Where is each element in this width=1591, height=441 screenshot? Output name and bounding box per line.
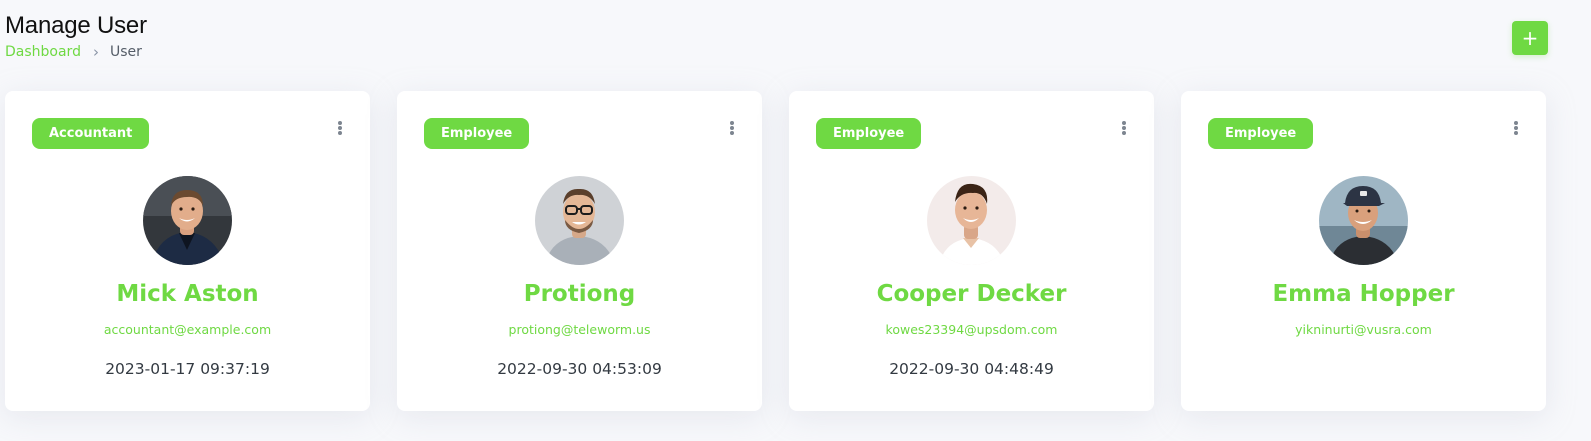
role-badge: Employee [1208,118,1314,149]
user-email[interactable]: protiong@teleworm.us [397,322,762,337]
user-card: Accountant Mick Aston accountant@example… [5,91,370,411]
role-badge: Employee [816,118,922,149]
more-vertical-icon[interactable] [724,119,740,137]
user-date: 2023-01-17 09:37:19 [105,360,270,378]
role-badge: Employee [424,118,530,149]
user-date: 2022-09-30 04:48:49 [889,360,1054,378]
user-card: Employee Protiong protiong@teleworm.us 2… [397,91,762,411]
user-name: Cooper Decker [876,281,1067,307]
breadcrumb-separator-icon: › [92,43,99,61]
more-vertical-icon[interactable] [1116,119,1132,137]
breadcrumb-current: User [109,44,142,60]
add-user-button[interactable]: + [1512,21,1548,55]
user-card-list: Accountant Mick Aston accountant@example… [5,91,1546,411]
avatar [1319,176,1408,265]
role-badge: Accountant [32,118,150,149]
user-email[interactable]: kowes23394@upsdom.com [789,322,1154,337]
more-vertical-icon[interactable] [332,119,348,137]
avatar [143,176,232,265]
breadcrumb-dashboard-link[interactable]: Dashboard [5,44,81,60]
avatar [535,176,624,265]
page-title: Manage User [5,12,147,39]
user-email[interactable]: accountant@example.com [5,322,370,337]
more-vertical-icon[interactable] [1508,119,1524,137]
user-card: Employee Emma Hopper yikninurti@vusra.co… [1181,91,1546,411]
page-header: Manage User Dashboard › User + [0,0,1591,80]
user-name: Protiong [523,281,636,307]
avatar [927,176,1016,265]
user-date: 2022-09-30 04:53:09 [497,360,662,378]
user-name: Emma Hopper [1272,281,1455,307]
user-email[interactable]: yikninurti@vusra.com [1181,322,1546,337]
user-name: Mick Aston [116,281,259,307]
breadcrumb: Dashboard › User [5,43,142,61]
user-card: Employee Cooper Decker kowes23394@upsdom… [789,91,1154,411]
